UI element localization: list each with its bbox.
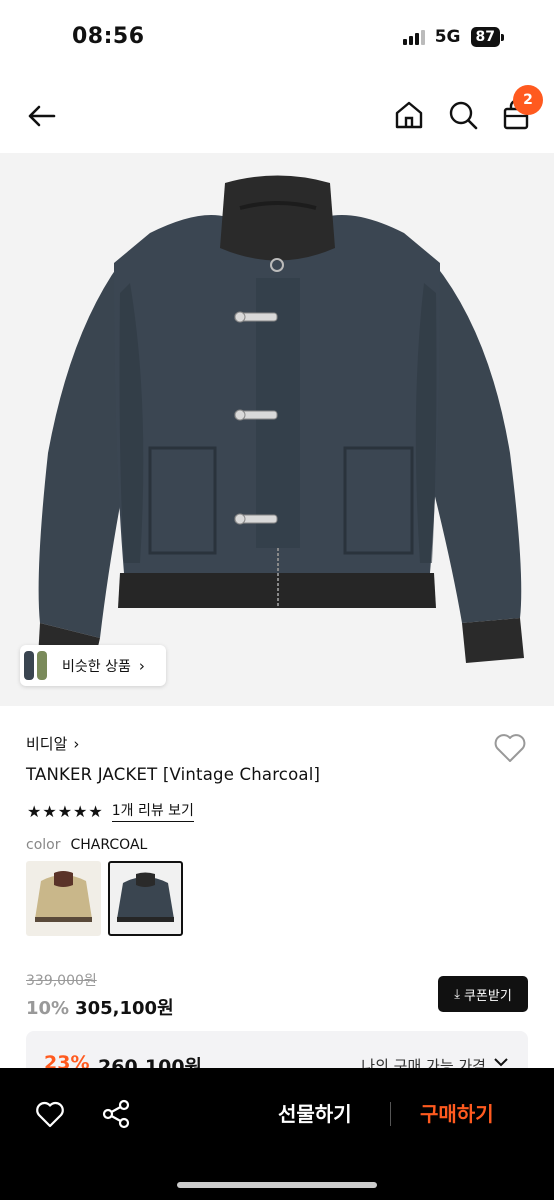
bottom-action-bar: 선물하기 구매하기 [0, 1068, 554, 1200]
product-image[interactable] [0, 153, 554, 706]
battery-icon: 87 [470, 27, 500, 47]
color-swatch-charcoal[interactable] [108, 861, 183, 936]
back-arrow-icon[interactable] [24, 98, 60, 134]
home-icon[interactable] [392, 98, 426, 132]
search-icon[interactable] [446, 98, 480, 132]
sale-price: 305,100원 [75, 998, 174, 1019]
status-indicators: 5G 87 [402, 27, 504, 47]
share-icon[interactable] [100, 1098, 132, 1130]
gift-button[interactable]: 선물하기 [278, 1098, 352, 1127]
color-swatch-beige[interactable] [26, 861, 101, 936]
review-link[interactable]: 1개 리뷰 보기 [111, 800, 194, 822]
color-key: color [26, 837, 61, 853]
jacket-thumbnail [35, 871, 92, 922]
chevron-right-icon: › [138, 656, 145, 675]
similar-products-label: 비슷한 상품 [62, 658, 131, 675]
cart-count-badge: 2 [513, 85, 543, 115]
heart-icon[interactable] [34, 1098, 66, 1130]
product-title: TANKER JACKET [Vintage Charcoal] [26, 765, 321, 784]
sale-price-row: 10% 305,100원 [26, 994, 174, 1020]
status-bar: 08:56 5G 87 [0, 0, 554, 72]
top-nav [0, 80, 554, 150]
rating-row: ★★★★★ 1개 리뷰 보기 [27, 800, 194, 822]
divider [390, 1102, 391, 1126]
similar-thumbnail [20, 645, 50, 686]
network-label: 5G [434, 27, 461, 47]
brand-link[interactable]: 비디알 › [26, 733, 79, 754]
coupon-button[interactable]: ⤓ 쿠폰받기 [438, 976, 528, 1012]
rating-stars: ★★★★★ [27, 801, 104, 821]
status-time: 08:56 [72, 24, 145, 49]
download-icon: ⤓ [454, 986, 460, 1002]
discount-rate: 10% [26, 998, 70, 1019]
battery-tip [501, 33, 504, 41]
color-row: color CHARCOAL [26, 837, 147, 853]
brand-name: 비디알 [26, 735, 68, 753]
chevron-right-icon: › [73, 734, 80, 753]
buy-button[interactable]: 구매하기 [420, 1098, 494, 1127]
similar-products-button[interactable]: 비슷한 상품 › [20, 645, 166, 686]
signal-icon [402, 29, 425, 45]
jacket-thumbnail [117, 872, 174, 922]
color-value: CHARCOAL [70, 837, 148, 853]
jacket-illustration [38, 175, 524, 673]
heart-icon[interactable] [492, 730, 528, 766]
coupon-label: 쿠폰받기 [463, 988, 512, 1004]
original-price: 339,000원 [26, 973, 97, 989]
home-indicator [177, 1182, 377, 1188]
